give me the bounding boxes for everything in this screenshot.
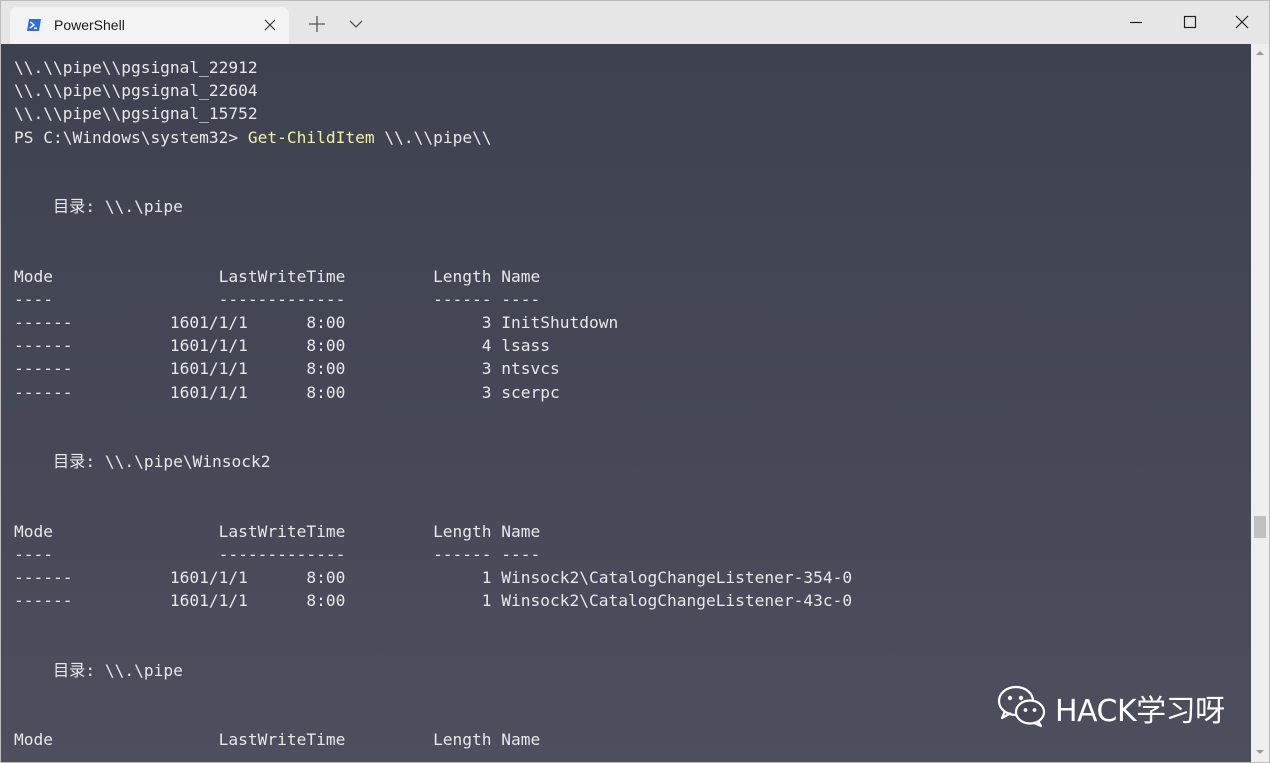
title-bar: PowerShell xyxy=(1,1,1269,44)
close-window-icon xyxy=(1235,15,1249,29)
table-row: ------ 1601/1/1 8:00 1 Winsock2\CatalogC… xyxy=(14,591,853,611)
directory-header: 目录: \\.\pipe xyxy=(14,197,183,217)
close-icon[interactable] xyxy=(261,16,279,34)
command-args: \\.\\pipe\\ xyxy=(374,127,492,147)
powershell-icon xyxy=(27,19,41,31)
prompt-text: PS C:\Windows\system32> xyxy=(14,127,248,147)
table-row: ------ 1601/1/1 8:00 4 lsass xyxy=(14,336,551,356)
table-header: Mode LastWriteTime Length Name xyxy=(14,730,541,750)
tab-powershell[interactable]: PowerShell xyxy=(10,7,289,44)
watermark-text: HACK学习呀 xyxy=(1055,694,1225,729)
minimize-icon xyxy=(1130,21,1142,24)
table-separator: ---- ------------- ------ ---- xyxy=(14,544,541,564)
terminal-line: \\.\\pipe\\pgsignal_22604 xyxy=(14,81,258,101)
command-name: Get-ChildItem xyxy=(247,127,375,147)
prompt-line: PS C:\Windows\system32> Get-ChildItem \\… xyxy=(14,126,852,149)
tab-title: PowerShell xyxy=(54,17,125,33)
table-header: Mode LastWriteTime Length Name xyxy=(14,266,541,286)
table-row: ------ 1601/1/1 8:00 3 InitShutdown xyxy=(14,313,619,333)
chevron-down-icon[interactable] xyxy=(347,15,365,33)
table-row: ------ 1601/1/1 8:00 3 scerpc xyxy=(14,382,560,402)
table-separator: ---- ------------- ------ ---- xyxy=(14,289,541,309)
scroll-up-arrow-icon[interactable] xyxy=(1255,48,1265,58)
maximize-icon xyxy=(1183,15,1197,29)
terminal-line: \\.\\pipe\\pgsignal_22912 xyxy=(14,58,258,77)
directory-header: 目录: \\.\pipe xyxy=(14,660,183,680)
minimize-button[interactable] xyxy=(1109,1,1163,44)
directory-header: 目录: \\.\pipe\Winsock2 xyxy=(14,452,271,472)
vertical-scrollbar[interactable] xyxy=(1251,44,1269,762)
plus-icon[interactable] xyxy=(307,14,327,34)
terminal-area[interactable]: \\.\\pipe\\pgsignal_22912 \\.\\pipe\\pgsi… xyxy=(1,44,1251,762)
terminal-output: \\.\\pipe\\pgsignal_22912 \\.\\pipe\\pgsi… xyxy=(14,56,852,752)
scroll-down-arrow-icon[interactable] xyxy=(1255,747,1265,757)
close-window-button[interactable] xyxy=(1215,1,1269,44)
powershell-window: PowerShell \\.\\pipe\\pgsignal_22912 \\.… xyxy=(0,0,1270,763)
scrollbar-thumb[interactable] xyxy=(1254,516,1266,538)
table-row: ------ 1601/1/1 8:00 3 ntsvcs xyxy=(14,359,560,379)
terminal-line: \\.\\pipe\\pgsignal_15752 xyxy=(14,104,258,124)
maximize-button[interactable] xyxy=(1163,1,1217,44)
table-row: ------ 1601/1/1 8:00 1 Winsock2\CatalogC… xyxy=(14,568,853,588)
table-header: Mode LastWriteTime Length Name xyxy=(14,521,541,541)
wechat-icon xyxy=(997,685,1046,728)
